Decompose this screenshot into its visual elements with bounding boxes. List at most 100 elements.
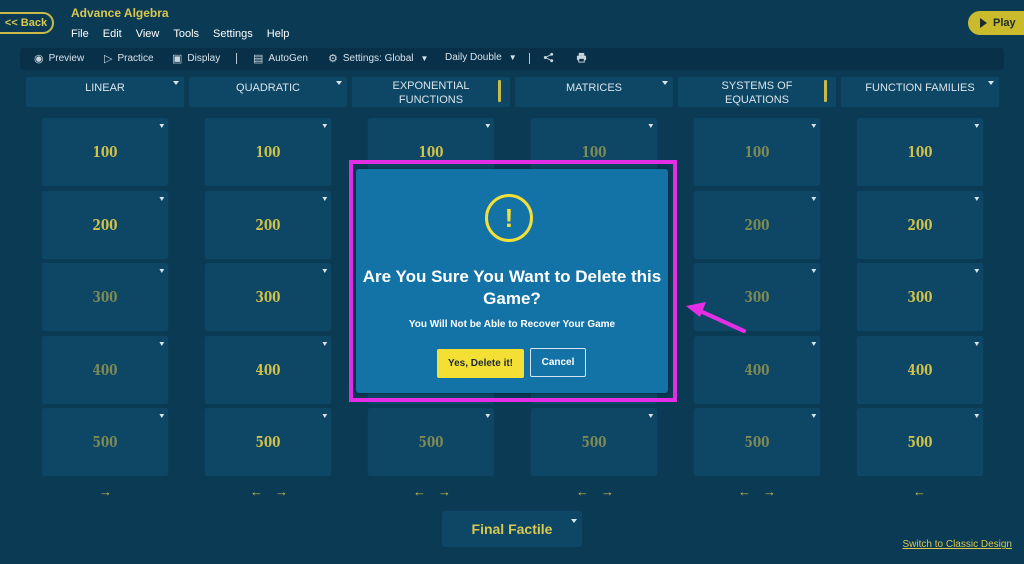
question-cell[interactable]: 500: [530, 408, 658, 476]
autogen-label: AutoGen: [268, 53, 308, 64]
menu-view[interactable]: View: [136, 28, 160, 40]
chevron-down-icon[interactable]: [974, 342, 980, 346]
chevron-down-icon[interactable]: [648, 414, 654, 418]
chevron-down-icon[interactable]: [811, 414, 817, 418]
delete-confirm-dialog: ! Are You Sure You Want to Delete this G…: [356, 169, 668, 393]
chevron-down-icon[interactable]: [159, 269, 165, 273]
chevron-down-icon[interactable]: [648, 124, 654, 128]
scroll-handle[interactable]: [824, 80, 827, 102]
chevron-down-icon[interactable]: [662, 81, 668, 85]
category-header-5[interactable]: SYSTEMS OF EQUATIONS: [678, 77, 836, 107]
question-cell[interactable]: 400: [693, 336, 821, 404]
question-cell[interactable]: 100: [856, 118, 984, 186]
arrow-left-icon[interactable]: ←: [738, 484, 751, 499]
question-cell[interactable]: 100: [693, 118, 821, 186]
chevron-down-icon[interactable]: [571, 519, 577, 523]
chevron-down-icon[interactable]: [811, 124, 817, 128]
question-cell[interactable]: 500: [367, 408, 495, 476]
question-cell[interactable]: 300: [41, 263, 169, 331]
question-cell[interactable]: 200: [204, 191, 332, 259]
preview-button[interactable]: ◉ Preview: [34, 52, 84, 65]
menu-file[interactable]: File: [71, 28, 89, 40]
chevron-down-icon[interactable]: [322, 197, 328, 201]
annotation-arrow-icon: [686, 302, 746, 333]
point-value: 300: [744, 288, 770, 306]
chevron-down-icon[interactable]: [811, 342, 817, 346]
question-cell[interactable]: 300: [204, 263, 332, 331]
question-cell[interactable]: 500: [856, 408, 984, 476]
question-cell[interactable]: 100: [41, 118, 169, 186]
chevron-down-icon[interactable]: [485, 414, 491, 418]
autogen-button[interactable]: ▤ AutoGen: [253, 52, 308, 65]
arrow-right-icon[interactable]: →: [438, 484, 451, 499]
chevron-down-icon[interactable]: [811, 197, 817, 201]
chevron-down-icon[interactable]: [988, 81, 994, 85]
chevron-down-icon[interactable]: [336, 81, 342, 85]
display-button[interactable]: ▣ Display: [172, 52, 220, 65]
daily-double-dropdown[interactable]: Daily Double ▼: [445, 52, 517, 63]
confirm-delete-button[interactable]: Yes, Delete it!: [437, 349, 524, 378]
point-value: 500: [581, 433, 607, 451]
point-value: 300: [907, 288, 933, 306]
arrow-left-icon[interactable]: ←: [413, 484, 426, 499]
question-cell[interactable]: 200: [41, 191, 169, 259]
arrow-left-icon[interactable]: ←: [250, 484, 263, 499]
scroll-handle[interactable]: [498, 80, 501, 102]
category-header-3[interactable]: EXPONENTIAL FUNCTIONS: [352, 77, 510, 107]
arrow-right-icon[interactable]: →: [275, 484, 288, 499]
question-cell[interactable]: 400: [204, 336, 332, 404]
chevron-down-icon[interactable]: [322, 342, 328, 346]
final-factile-tile[interactable]: Final Factile: [442, 511, 582, 547]
arrow-left-icon[interactable]: ←: [576, 484, 589, 499]
switch-classic-design-link[interactable]: Switch to Classic Design: [903, 539, 1012, 550]
question-cell[interactable]: 400: [856, 336, 984, 404]
menu-settings[interactable]: Settings: [213, 28, 253, 40]
category-header-4[interactable]: MATRICES: [515, 77, 673, 107]
chevron-down-icon[interactable]: [322, 414, 328, 418]
chevron-down-icon[interactable]: [974, 269, 980, 273]
chevron-down-icon[interactable]: [485, 124, 491, 128]
gear-icon: ⚙: [328, 53, 338, 65]
chevron-down-icon[interactable]: [322, 124, 328, 128]
menu-edit[interactable]: Edit: [103, 28, 122, 40]
question-cell[interactable]: 200: [856, 191, 984, 259]
point-value: 100: [92, 143, 118, 161]
category-header-1[interactable]: LINEAR: [26, 77, 184, 107]
practice-button[interactable]: ▷ Practice: [104, 52, 154, 65]
chevron-down-icon[interactable]: [811, 269, 817, 273]
category-header-6[interactable]: FUNCTION FAMILIES: [841, 77, 999, 107]
dialog-subtitle: You Will Not be Able to Recover Your Gam…: [408, 319, 616, 330]
question-cell[interactable]: 300: [856, 263, 984, 331]
arrow-left-icon[interactable]: ←: [913, 484, 926, 499]
chevron-down-icon[interactable]: [159, 124, 165, 128]
category-label: LINEAR: [85, 82, 125, 94]
question-cell[interactable]: 500: [41, 408, 169, 476]
back-button[interactable]: << Back: [0, 12, 54, 34]
chevron-down-icon[interactable]: [159, 414, 165, 418]
autogen-icon: ▤: [253, 53, 264, 65]
chevron-down-icon[interactable]: [322, 269, 328, 273]
chevron-down-icon[interactable]: [173, 81, 179, 85]
chevron-down-icon[interactable]: [974, 124, 980, 128]
settings-dropdown[interactable]: ⚙ Settings: Global ▼: [328, 52, 428, 65]
chevron-down-icon[interactable]: [159, 197, 165, 201]
menu-tools[interactable]: Tools: [173, 28, 199, 40]
chevron-down-icon[interactable]: [974, 197, 980, 201]
chevron-down-icon[interactable]: [159, 342, 165, 346]
arrow-right-icon[interactable]: →: [601, 484, 614, 499]
question-cell[interactable]: 100: [204, 118, 332, 186]
cancel-button[interactable]: Cancel: [530, 348, 586, 377]
play-button[interactable]: Play: [968, 11, 1024, 35]
question-cell[interactable]: 500: [693, 408, 821, 476]
menu-help[interactable]: Help: [267, 28, 290, 40]
chevron-down-icon[interactable]: [974, 414, 980, 418]
category-header-2[interactable]: QUADRATIC: [189, 77, 347, 107]
print-button[interactable]: [576, 52, 587, 63]
question-cell[interactable]: 400: [41, 336, 169, 404]
arrow-right-icon[interactable]: →: [763, 484, 776, 499]
question-cell[interactable]: 200: [693, 191, 821, 259]
question-cell[interactable]: 500: [204, 408, 332, 476]
arrow-right-icon[interactable]: →: [99, 484, 112, 499]
share-button[interactable]: [543, 52, 554, 63]
toolbar-divider: [529, 53, 530, 64]
